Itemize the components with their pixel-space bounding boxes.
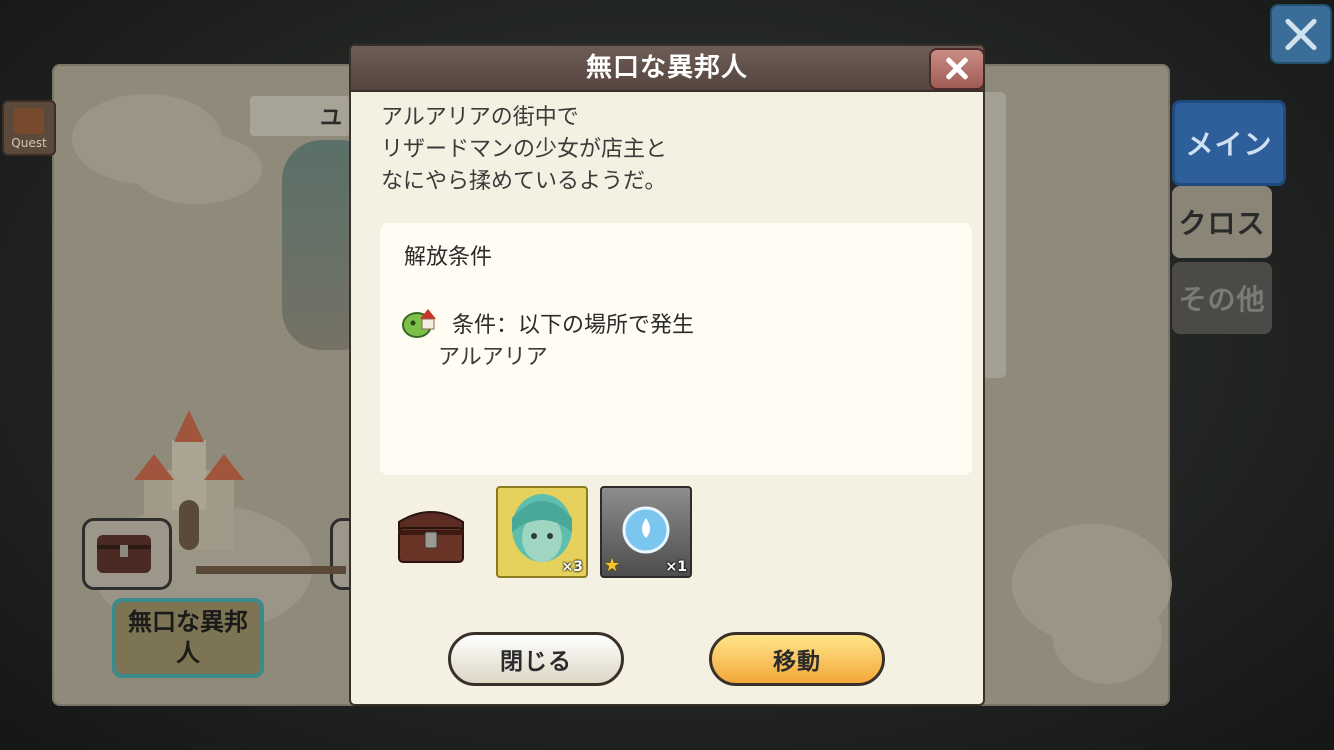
quest-button[interactable]: Quest <box>2 100 56 156</box>
treasure-chest-icon <box>398 511 464 563</box>
character-silhouette <box>282 140 354 350</box>
description-line: リザードマンの少女が店主と <box>381 137 668 162</box>
quest-dialog: 無口な異邦人 アルアリアの街中で リザードマンの少女が店主と なにやら揉めている… <box>349 44 985 706</box>
quest-description: アルアリアの街中で リザードマンの少女が店主と なにやら揉めているようだ。 <box>381 102 961 198</box>
quest-label: Quest <box>11 136 47 150</box>
cloud-decoration <box>1052 584 1162 684</box>
move-button[interactable]: 移動 <box>709 632 885 686</box>
map-panel-edge <box>984 92 1006 378</box>
condition-label: 条件：以下の場所で発生 <box>452 313 695 338</box>
tab-other-label: その他 <box>1178 283 1266 316</box>
map-node-button[interactable]: 無口な異邦人 <box>112 598 264 678</box>
tab-cross[interactable]: クロス <box>1172 186 1272 258</box>
map-banner: ユ <box>250 96 350 136</box>
cloud-decoration <box>132 134 262 204</box>
map-chest-bubble[interactable] <box>82 518 172 590</box>
tab-cross-label: クロス <box>1178 207 1266 240</box>
quest-shop-icon <box>14 108 44 134</box>
reward-count: ×1 <box>665 559 687 575</box>
tab-main-label: メイン <box>1185 128 1273 161</box>
rarity-star-icon: ★ <box>604 555 621 576</box>
reward-item-card[interactable]: ★ ×1 <box>600 486 692 578</box>
tab-main[interactable]: メイン <box>1172 100 1286 186</box>
conditions-heading: 解放条件 <box>404 245 493 270</box>
tab-other[interactable]: その他 <box>1172 262 1272 334</box>
description-line: なにやら揉めているようだ。 <box>381 169 667 194</box>
condition-location: アルアリア <box>438 345 548 370</box>
reward-character-card[interactable]: ×3 <box>496 486 588 578</box>
treasure-chest-icon <box>97 535 151 573</box>
close-screen-button[interactable] <box>1270 4 1332 64</box>
close-button[interactable]: 閉じる <box>448 632 624 686</box>
reward-count: ×3 <box>561 559 583 575</box>
map-path <box>196 566 346 574</box>
map-banner-text: ユ <box>320 106 343 131</box>
map-node-label: 無口な異邦人 <box>128 607 248 667</box>
unlock-conditions-box: 解放条件 条件：以下の場所で発生 アルアリア <box>380 223 972 475</box>
dialog-close-button[interactable] <box>929 48 983 90</box>
location-house-icon <box>402 309 436 338</box>
description-line: アルアリアの街中で <box>381 105 579 130</box>
dialog-title: 無口な異邦人 <box>585 53 748 83</box>
